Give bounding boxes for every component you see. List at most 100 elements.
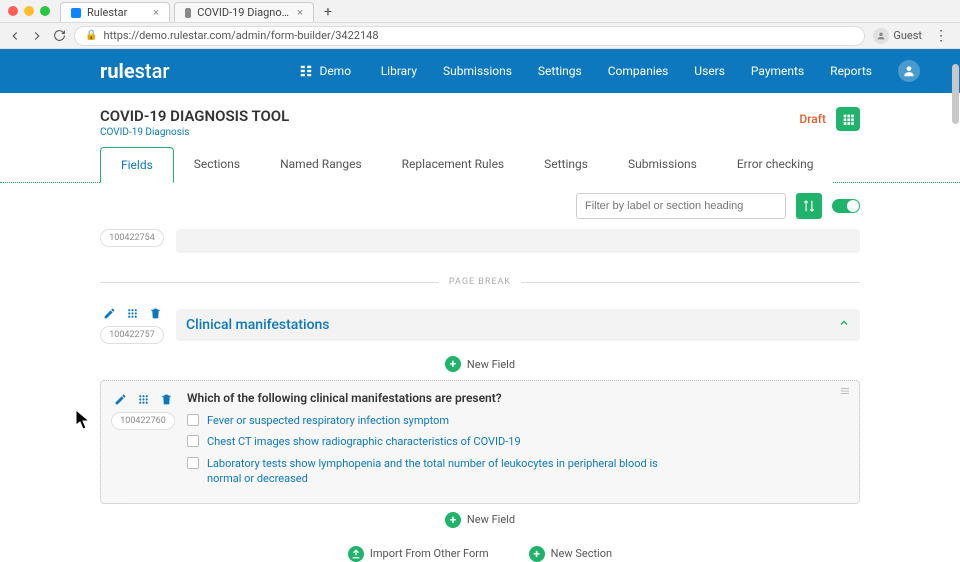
browser-tab-rulestar[interactable]: Rulestar × <box>60 2 170 22</box>
favicon-icon <box>71 8 81 18</box>
question-id-badge: 100422760 <box>111 412 175 430</box>
section-title: Clinical manifestations <box>186 317 330 333</box>
bottom-actions: Import From Other Form + New Section <box>100 536 860 562</box>
view-toggle[interactable] <box>832 199 860 213</box>
delete-button[interactable] <box>149 307 162 320</box>
edit-button[interactable] <box>114 393 127 406</box>
builder-tabs: Fields Sections Named Ranges Replacement… <box>0 146 960 183</box>
logo-text-a: rule <box>100 59 135 83</box>
plus-icon: + <box>445 356 461 372</box>
menu-button[interactable]: ⋮ <box>930 28 952 44</box>
delete-button[interactable] <box>160 393 173 406</box>
user-menu[interactable] <box>898 60 920 82</box>
trash-icon <box>149 307 162 320</box>
profile-button[interactable]: Guest <box>873 28 922 44</box>
section-header[interactable]: Clinical manifestations <box>176 309 860 341</box>
forward-button[interactable] <box>30 29 44 43</box>
page-break-divider: PAGE BREAK <box>100 277 860 287</box>
checkbox[interactable] <box>187 414 199 426</box>
edit-button[interactable] <box>103 307 116 320</box>
sort-icon <box>802 199 816 213</box>
tab-named-ranges[interactable]: Named Ranges <box>260 147 382 183</box>
plus-icon: + <box>445 512 461 528</box>
reload-button[interactable] <box>52 29 66 43</box>
user-icon <box>902 64 916 78</box>
page-break-label: PAGE BREAK <box>449 277 511 287</box>
nav-companies[interactable]: Companies <box>608 64 669 78</box>
page-content: COVID-19 DIAGNOSIS TOOL COVID-19 Diagnos… <box>0 93 960 562</box>
checkbox[interactable] <box>187 435 199 447</box>
scrollbar-thumb[interactable] <box>952 64 959 124</box>
url-text: https://demo.rulestar.com/admin/form-bui… <box>103 29 378 42</box>
grip-icon <box>126 307 139 320</box>
favicon-icon <box>185 8 191 18</box>
close-icon[interactable]: × <box>153 6 159 19</box>
close-icon[interactable]: × <box>297 6 303 19</box>
tab-replacement-rules[interactable]: Replacement Rules <box>382 147 525 183</box>
status-badge: Draft <box>799 112 826 126</box>
new-tab-button[interactable]: + <box>318 2 338 22</box>
nav-settings[interactable]: Settings <box>538 64 582 78</box>
section-id-badge: 100422757 <box>100 326 164 344</box>
pencil-icon <box>114 393 127 406</box>
new-field-label: New Field <box>467 513 515 526</box>
sort-button[interactable] <box>796 193 822 219</box>
question-option[interactable]: Laboratory tests show lymphopenia and th… <box>187 456 667 487</box>
logo[interactable]: rulestar <box>100 59 169 83</box>
tab-error-checking[interactable]: Error checking <box>717 147 834 183</box>
import-from-other-form-button[interactable]: Import From Other Form <box>348 546 489 562</box>
question-option[interactable]: Fever or suspected respiratory infection… <box>187 413 849 428</box>
field-body-placeholder[interactable] <box>176 229 860 253</box>
back-button[interactable] <box>8 29 22 43</box>
demo-selector[interactable]: Demo <box>299 64 351 78</box>
grid-icon <box>842 113 855 126</box>
new-field-button[interactable]: + New Field <box>100 348 860 380</box>
tab-submissions[interactable]: Submissions <box>608 147 717 183</box>
window-close-dot[interactable] <box>8 6 18 16</box>
section-row: 100422757 Clinical manifestations <box>100 305 860 344</box>
window-min-dot[interactable] <box>24 6 34 16</box>
grid-icon <box>299 64 313 78</box>
scrollbar[interactable] <box>951 48 960 540</box>
toggle-knob <box>847 200 859 212</box>
nav-submissions[interactable]: Submissions <box>443 64 512 78</box>
import-icon <box>348 546 364 562</box>
app-header: rulestar Demo Library Submissions Settin… <box>0 49 960 93</box>
checkbox[interactable] <box>187 457 199 469</box>
move-button[interactable] <box>126 307 139 320</box>
nav-payments[interactable]: Payments <box>751 64 804 78</box>
page-title: COVID-19 DIAGNOSIS TOOL <box>100 107 289 125</box>
new-section-button[interactable]: + New Section <box>529 546 612 562</box>
tab-title: Rulestar <box>87 6 127 19</box>
pencil-icon <box>103 307 116 320</box>
page-subtitle[interactable]: COVID-19 Diagnosis <box>100 127 289 138</box>
new-field-label: New Field <box>467 358 515 371</box>
field-id-badge: 100422754 <box>100 229 164 247</box>
window-max-dot[interactable] <box>40 6 50 16</box>
nav-reports[interactable]: Reports <box>830 64 872 78</box>
tab-fields[interactable]: Fields <box>100 147 174 183</box>
tab-settings[interactable]: Settings <box>524 147 608 183</box>
toolbar <box>100 183 860 229</box>
filter-input[interactable] <box>576 193 786 219</box>
field-row: 100422754 <box>100 229 860 253</box>
grid-view-button[interactable] <box>836 107 860 131</box>
trash-icon <box>160 393 173 406</box>
question-option[interactable]: Chest CT images show radiographic charac… <box>187 434 849 449</box>
nav-users[interactable]: Users <box>694 64 725 78</box>
browser-chrome: Rulestar × COVID-19 Diagnosis Flowchart … <box>0 0 960 49</box>
browser-tabbar: Rulestar × COVID-19 Diagnosis Flowchart … <box>0 0 960 22</box>
plus-icon: + <box>529 546 545 562</box>
window-controls <box>0 0 58 16</box>
drag-handle[interactable] <box>839 385 851 401</box>
new-field-button[interactable]: + New Field <box>100 504 860 536</box>
question-block[interactable]: 100422760 Which of the following clinica… <box>100 380 860 504</box>
lock-icon: 🔒 <box>85 30 97 41</box>
drag-icon <box>839 385 851 397</box>
browser-tab-covid-flowchart[interactable]: COVID-19 Diagnosis Flowchart × <box>174 2 314 22</box>
collapse-button[interactable] <box>838 317 850 332</box>
nav-library[interactable]: Library <box>381 64 417 78</box>
tab-sections[interactable]: Sections <box>174 147 260 183</box>
address-bar[interactable]: 🔒 https://demo.rulestar.com/admin/form-b… <box>74 26 865 46</box>
move-button[interactable] <box>137 393 150 406</box>
